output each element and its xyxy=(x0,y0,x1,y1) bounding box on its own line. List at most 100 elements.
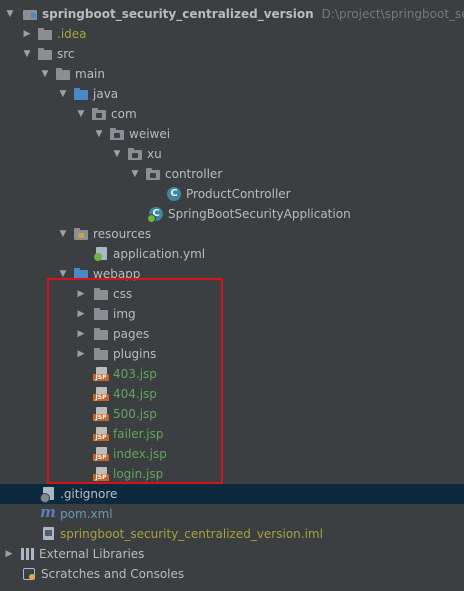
spring-boot-class-icon xyxy=(147,206,164,223)
collapse-arrow-icon[interactable]: ▶ xyxy=(21,24,33,44)
source-folder-icon xyxy=(73,86,89,102)
module-file-icon xyxy=(40,526,56,542)
tree-label-weiwei: weiwei xyxy=(129,127,171,141)
tree-row-controller[interactable]: ▼ controller xyxy=(0,164,464,184)
tree-row-jsp-failer[interactable]: JSP failer.jsp xyxy=(0,424,464,444)
tree-row-application-yml[interactable]: application.yml xyxy=(0,244,464,264)
tree-label-jsp-500: 500.jsp xyxy=(113,407,157,421)
tree-label-gitignore: .gitignore xyxy=(60,487,118,501)
tree-label-jsp-login: login.jsp xyxy=(113,467,164,481)
jsp-file-icon: JSP xyxy=(93,426,109,442)
expand-arrow-icon[interactable]: ▼ xyxy=(21,44,33,64)
tree-row-pages[interactable]: ▶ pages xyxy=(0,324,464,344)
tree-label-iml: springboot_security_centralized_version.… xyxy=(60,527,323,541)
tree-label-webapp: webapp xyxy=(93,267,141,281)
jsp-file-icon: JSP xyxy=(93,446,109,462)
module-folder-icon xyxy=(22,6,38,22)
tree-row-java[interactable]: ▼ java xyxy=(0,84,464,104)
tree-label-css: css xyxy=(113,287,133,301)
tree-row-xu[interactable]: ▼ xu xyxy=(0,144,464,164)
tree-row-project[interactable]: ▼ springboot_security_centralized_versio… xyxy=(0,4,464,24)
folder-icon xyxy=(37,46,53,62)
tree-label-application-class: SpringBootSecurityApplication xyxy=(168,207,351,221)
package-icon xyxy=(91,106,107,122)
maven-icon xyxy=(40,504,56,522)
jsp-file-icon: JSP xyxy=(93,466,109,482)
tree-label-jsp-404: 404.jsp xyxy=(113,387,157,401)
package-icon xyxy=(127,146,143,162)
jsp-file-icon: JSP xyxy=(93,386,109,402)
tree-row-webapp[interactable]: ▼ webapp xyxy=(0,264,464,284)
project-name: springboot_security_centralized_version xyxy=(42,7,314,21)
spring-config-file-icon xyxy=(93,246,109,262)
tree-row-main[interactable]: ▼ main xyxy=(0,64,464,84)
folder-icon xyxy=(93,346,109,362)
tree-label-jsp-403: 403.jsp xyxy=(113,367,157,381)
expand-arrow-icon[interactable]: ▼ xyxy=(57,224,69,244)
tree-label-jsp-index: index.jsp xyxy=(113,447,167,461)
jsp-file-icon: JSP xyxy=(93,366,109,382)
java-class-icon xyxy=(166,186,182,202)
jsp-tag: JSP xyxy=(93,474,109,481)
tree-row-application-class[interactable]: SpringBootSecurityApplication xyxy=(0,204,464,224)
expand-arrow-icon[interactable]: ▼ xyxy=(93,124,105,144)
tree-row-jsp-index[interactable]: JSP index.jsp xyxy=(0,444,464,464)
tree-row-iml[interactable]: springboot_security_centralized_version.… xyxy=(0,524,464,544)
tree-label-java: java xyxy=(93,87,119,101)
tree-label-external-libraries: External Libraries xyxy=(39,547,145,561)
collapse-arrow-icon[interactable]: ▶ xyxy=(75,304,87,324)
tree-label-idea: .idea xyxy=(57,27,87,41)
tree-row-jsp-403[interactable]: JSP 403.jsp xyxy=(0,364,464,384)
tree-row-jsp-login[interactable]: JSP login.jsp xyxy=(0,464,464,484)
expand-arrow-icon[interactable]: ▼ xyxy=(57,84,69,104)
tree-row-gitignore[interactable]: .gitignore xyxy=(0,484,464,504)
expand-arrow-icon[interactable]: ▼ xyxy=(4,4,16,24)
expand-arrow-icon[interactable]: ▼ xyxy=(57,264,69,284)
tree-row-product-controller[interactable]: ProductController xyxy=(0,184,464,204)
jsp-tag: JSP xyxy=(93,394,109,401)
tree-row-resources[interactable]: ▼ resources xyxy=(0,224,464,244)
jsp-tag: JSP xyxy=(93,454,109,461)
tree-row-css[interactable]: ▶ css xyxy=(0,284,464,304)
scratches-icon xyxy=(21,566,37,582)
folder-icon xyxy=(93,306,109,322)
package-icon xyxy=(145,166,161,182)
collapse-arrow-icon[interactable]: ▶ xyxy=(3,544,15,564)
tree-label-com: com xyxy=(111,107,137,121)
web-folder-icon xyxy=(73,266,89,282)
tree-row-com[interactable]: ▼ com xyxy=(0,104,464,124)
tree-row-plugins[interactable]: ▶ plugins xyxy=(0,344,464,364)
project-path: D:\project\springboot_secu xyxy=(321,7,464,21)
tree-label-main: main xyxy=(75,67,105,81)
jsp-tag: JSP xyxy=(93,414,109,421)
libraries-icon xyxy=(19,546,35,562)
expand-arrow-icon[interactable]: ▼ xyxy=(75,104,87,124)
tree-row-weiwei[interactable]: ▼ weiwei xyxy=(0,124,464,144)
expand-arrow-icon[interactable]: ▼ xyxy=(39,64,51,84)
tree-label-product-controller: ProductController xyxy=(186,187,291,201)
tree-row-idea[interactable]: ▶ .idea xyxy=(0,24,464,44)
folder-icon xyxy=(55,66,71,82)
folder-icon xyxy=(93,286,109,302)
tree-label-pom: pom.xml xyxy=(60,507,113,521)
jsp-tag: JSP xyxy=(93,374,109,381)
collapse-arrow-icon[interactable]: ▶ xyxy=(75,324,87,344)
tree-row-jsp-500[interactable]: JSP 500.jsp xyxy=(0,404,464,424)
tree-row-jsp-404[interactable]: JSP 404.jsp xyxy=(0,384,464,404)
expand-arrow-icon[interactable]: ▼ xyxy=(129,164,141,184)
tree-row-scratches[interactable]: Scratches and Consoles xyxy=(0,564,464,584)
tree-row-src[interactable]: ▼ src xyxy=(0,44,464,64)
folder-icon xyxy=(37,26,53,42)
jsp-file-icon: JSP xyxy=(93,406,109,422)
expand-arrow-icon[interactable]: ▼ xyxy=(111,144,123,164)
tree-label-img: img xyxy=(113,307,136,321)
tree-label-application-yml: application.yml xyxy=(113,247,206,261)
collapse-arrow-icon[interactable]: ▶ xyxy=(75,284,87,304)
folder-icon xyxy=(93,326,109,342)
collapse-arrow-icon[interactable]: ▶ xyxy=(75,344,87,364)
tree-row-img[interactable]: ▶ img xyxy=(0,304,464,324)
tree-row-pom[interactable]: pom.xml xyxy=(0,504,464,524)
tree-row-external-libraries[interactable]: ▶ External Libraries xyxy=(0,544,464,564)
package-icon xyxy=(109,126,125,142)
tree-label-src: src xyxy=(57,47,75,61)
